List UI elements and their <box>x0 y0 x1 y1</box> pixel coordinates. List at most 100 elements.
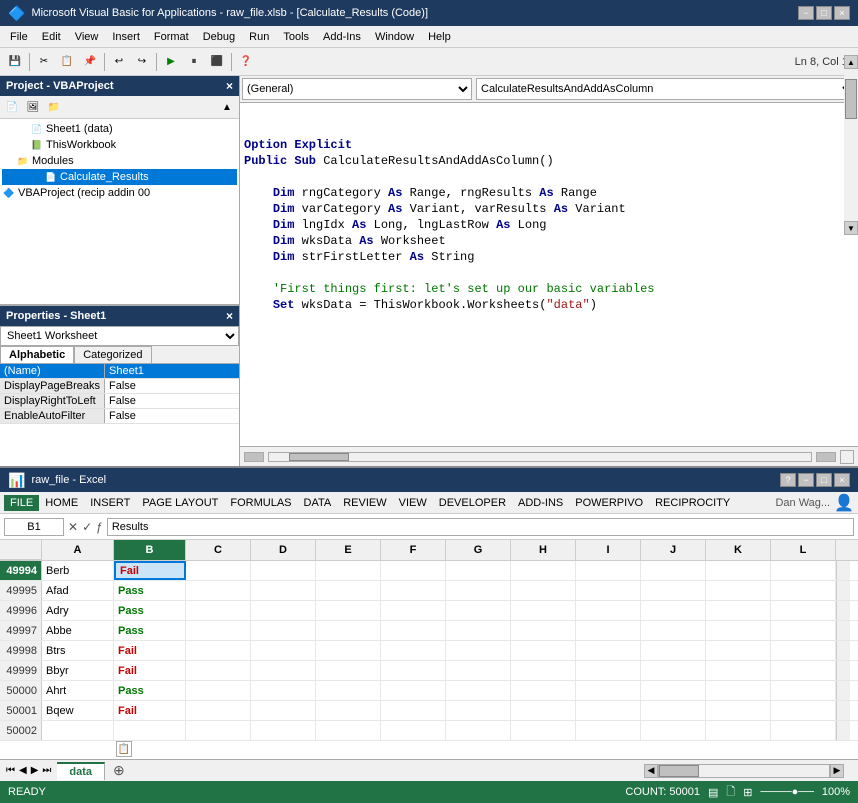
menu-debug[interactable]: Debug <box>197 29 241 45</box>
cell-c[interactable] <box>186 581 251 600</box>
tree-item-modules[interactable]: 📁 Modules <box>2 153 237 169</box>
code-editor[interactable]: Option Explicit Public Sub CalculateResu… <box>240 103 858 446</box>
cell-h[interactable] <box>511 661 576 680</box>
formula-input[interactable] <box>107 518 854 536</box>
cell-k[interactable] <box>706 621 771 640</box>
toolbar-copy-btn[interactable]: 📋 <box>56 51 78 73</box>
cell-e[interactable] <box>316 621 381 640</box>
menu-help[interactable]: Help <box>422 29 457 45</box>
sheet-nav-next[interactable]: ▶ <box>29 765 41 776</box>
code-left-dropdown[interactable]: (General) <box>242 78 472 100</box>
col-header-k[interactable]: K <box>706 540 771 560</box>
cell-d[interactable] <box>251 581 316 600</box>
properties-dropdown[interactable]: Sheet1 Worksheet <box>0 326 239 346</box>
cell-f[interactable] <box>381 561 446 580</box>
cell-i[interactable] <box>576 641 641 660</box>
cell-e[interactable] <box>316 701 381 720</box>
tree-item-calculate[interactable]: 📄 Calculate_Results <box>2 169 237 185</box>
cell-j[interactable] <box>641 661 706 680</box>
cell-j[interactable] <box>641 721 706 740</box>
cell-h[interactable] <box>511 721 576 740</box>
cell-b[interactable]: Fail <box>114 701 186 720</box>
cell-b[interactable]: Fail <box>114 661 186 680</box>
tree-item-vbaproject[interactable]: 🔷 VBAProject (recip addin 00 <box>2 185 237 201</box>
prop-row-name[interactable]: (Name) Sheet1 <box>0 364 239 379</box>
proj-view-obj-btn[interactable]: 🖼 <box>23 98 43 116</box>
cell-g[interactable] <box>446 661 511 680</box>
sheet-nav-prev[interactable]: ◀ <box>17 765 29 776</box>
cell-j[interactable] <box>641 601 706 620</box>
excel-close-btn[interactable]: × <box>834 473 850 487</box>
cell-d[interactable] <box>251 721 316 740</box>
formula-cancel-icon[interactable]: ✕ <box>68 520 78 534</box>
cell-k[interactable] <box>706 601 771 620</box>
cell-f[interactable] <box>381 721 446 740</box>
cell-l[interactable] <box>771 561 836 580</box>
cell-b[interactable] <box>114 721 186 740</box>
menu-addins[interactable]: Add-Ins <box>317 29 367 45</box>
cell-j[interactable] <box>641 581 706 600</box>
cell-k[interactable] <box>706 641 771 660</box>
col-header-a[interactable]: A <box>42 540 114 560</box>
cell-c[interactable] <box>186 641 251 660</box>
cell-c[interactable] <box>186 701 251 720</box>
cell-g[interactable] <box>446 621 511 640</box>
formula-insert-icon[interactable]: ƒ <box>96 520 103 534</box>
tree-item-sheet1[interactable]: 📄 Sheet1 (data) <box>2 121 237 137</box>
cell-i[interactable] <box>576 621 641 640</box>
prop-row-displaypagebreaks[interactable]: DisplayPageBreaks False <box>0 379 239 394</box>
cell-a[interactable]: Adry <box>42 601 114 620</box>
cell-f[interactable] <box>381 641 446 660</box>
cell-l[interactable] <box>771 721 836 740</box>
cell-l[interactable] <box>771 581 836 600</box>
project-close-btn[interactable]: × <box>226 79 233 93</box>
toolbar-save-btn[interactable]: 💾 <box>4 51 26 73</box>
cell-i[interactable] <box>576 601 641 620</box>
cell-j[interactable] <box>641 641 706 660</box>
cell-l[interactable] <box>771 681 836 700</box>
col-header-i[interactable]: I <box>576 540 641 560</box>
cell-f[interactable] <box>381 701 446 720</box>
cell-i[interactable] <box>576 581 641 600</box>
proj-folder-btn[interactable]: 📁 <box>44 98 64 116</box>
cell-d[interactable] <box>251 701 316 720</box>
toolbar-help-btn[interactable]: ❓ <box>235 51 257 73</box>
menu-run[interactable]: Run <box>243 29 275 45</box>
cell-h[interactable] <box>511 581 576 600</box>
cell-d[interactable] <box>251 621 316 640</box>
cell-b[interactable]: Pass <box>114 681 186 700</box>
menu-edit[interactable]: Edit <box>36 29 67 45</box>
toolbar-pause-btn[interactable]: ⏸ <box>183 51 205 73</box>
tab-review[interactable]: REVIEW <box>337 495 392 511</box>
status-pagebreak-icon[interactable]: ⊞ <box>743 786 752 799</box>
cell-c[interactable] <box>186 601 251 620</box>
cell-g[interactable] <box>446 601 511 620</box>
cell-a[interactable]: Ahrt <box>42 681 114 700</box>
menu-window[interactable]: Window <box>369 29 420 45</box>
cell-i[interactable] <box>576 561 641 580</box>
cell-g[interactable] <box>446 681 511 700</box>
cell-k[interactable] <box>706 661 771 680</box>
status-page-icon[interactable]: 🗋 <box>726 783 735 802</box>
menu-tools[interactable]: Tools <box>277 29 315 45</box>
hscroll-right[interactable]: ▶ <box>830 764 844 778</box>
col-header-g[interactable]: G <box>446 540 511 560</box>
menu-file[interactable]: File <box>4 29 34 45</box>
sheet-nav-last[interactable]: ⏭ <box>40 765 53 776</box>
toolbar-stop-btn[interactable]: ⬛ <box>206 51 228 73</box>
cell-l[interactable] <box>771 621 836 640</box>
cell-a[interactable]: Berb <box>42 561 114 580</box>
tab-file[interactable]: FILE <box>4 495 39 511</box>
cell-e[interactable] <box>316 581 381 600</box>
code-scrollbar-h[interactable] <box>268 452 812 462</box>
cell-f[interactable] <box>381 621 446 640</box>
cell-k[interactable] <box>706 681 771 700</box>
col-header-l[interactable]: L <box>771 540 836 560</box>
col-header-c[interactable]: C <box>186 540 251 560</box>
cell-i[interactable] <box>576 701 641 720</box>
sheet-tab-data[interactable]: data <box>57 762 105 780</box>
cell-e[interactable] <box>316 641 381 660</box>
cell-f[interactable] <box>381 681 446 700</box>
menu-insert[interactable]: Insert <box>106 29 146 45</box>
code-scroll-left[interactable] <box>244 452 264 462</box>
